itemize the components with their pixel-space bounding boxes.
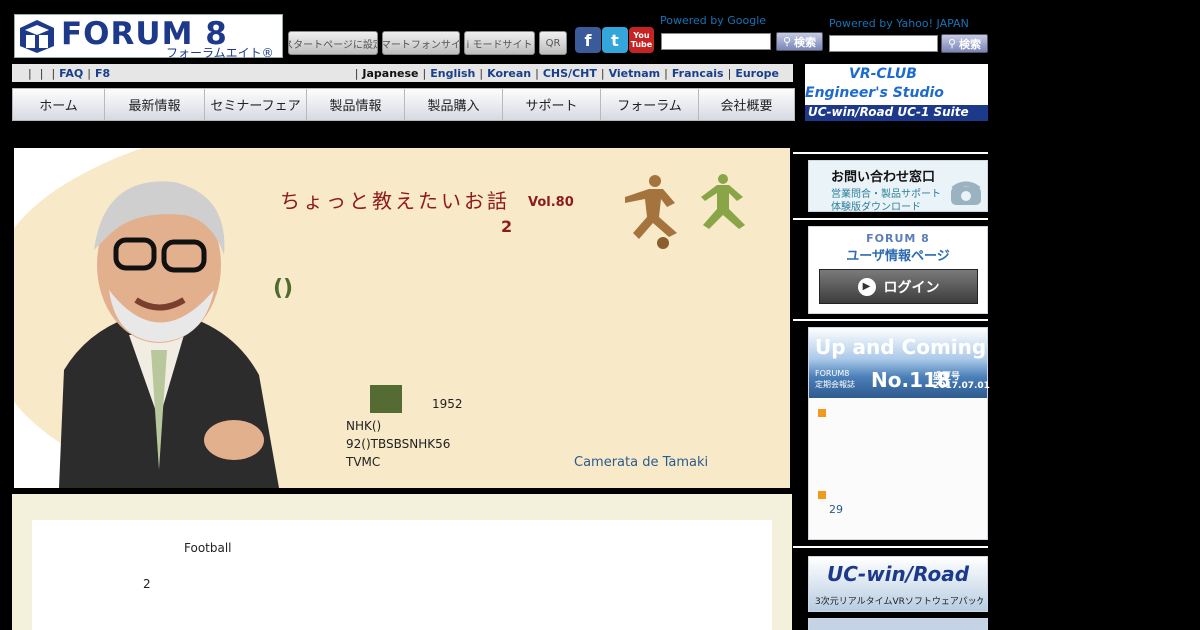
lang-japanese[interactable]: Japanese — [362, 67, 418, 80]
divider — [793, 546, 988, 548]
author-bio-line3: TVMC — [346, 455, 381, 469]
article-title: ちょっと教えたいお話 — [280, 189, 510, 213]
divider — [793, 218, 988, 220]
article-subtitle: 2 — [501, 217, 513, 236]
uac-forum8: FORUM8 — [815, 369, 850, 378]
ucwin-title: UC-win/Road — [826, 562, 970, 586]
lang-francais[interactable]: Francais — [672, 67, 724, 80]
nav-seminar[interactable]: セミナーフェア — [205, 89, 307, 120]
uac-count[interactable]: 29 — [829, 503, 843, 516]
engineers-studio-label: Engineer's Studio — [805, 85, 944, 101]
ucwin-subtitle: 3次元リアルタイムVRソフトウェアパッケージ — [815, 597, 983, 607]
contact-sub2: 体験版ダウンロード — [831, 202, 921, 213]
play-icon: ▶ — [857, 277, 876, 296]
author-bio-line1: NHK() — [346, 419, 382, 433]
google-search-button[interactable]: ⚲ 検索 — [776, 32, 823, 51]
lang-korean[interactable]: Korean — [487, 67, 531, 80]
yahoo-label: Powered by Yahoo! JAPAN — [829, 17, 969, 30]
soccer-players-icon — [625, 174, 745, 249]
uac-title: Up and Coming — [815, 335, 987, 359]
uac-magazine: 定期会報誌 — [815, 380, 855, 389]
up-and-coming-banner[interactable]: Up and Coming FORUM8 定期会報誌 No.118 盛夏号 20… — [808, 327, 990, 540]
forum8-logo[interactable]: FORUM 8 フォーラムエイト® — [14, 14, 283, 60]
yahoo-search-button[interactable]: ⚲ 検索 — [941, 34, 988, 53]
logo-subtext: フォーラムエイト® — [166, 46, 274, 60]
lang-chinese[interactable]: CHS/CHT — [543, 67, 597, 80]
user-logo: FORUM 8 — [866, 232, 930, 245]
qr-button[interactable]: QR — [539, 31, 567, 55]
portrait-image — [59, 181, 279, 488]
contact-title: お問い合わせ窓口 — [831, 170, 936, 185]
main-nav: ホーム 最新情報 セミナーフェア 製品情報 製品購入 サポート フォーラム 会社… — [12, 88, 795, 121]
f8-link[interactable]: F8 — [95, 67, 110, 80]
body-number: 2 — [143, 577, 151, 591]
nav-support[interactable]: サポート — [503, 89, 601, 120]
bullet-icon — [818, 491, 826, 499]
search-icon: ⚲ — [782, 35, 792, 48]
article-volume: Vol.80 — [528, 195, 574, 210]
nav-home[interactable]: ホーム — [13, 89, 105, 120]
smartphone-site-button[interactable]: スマートフォンサイト — [382, 31, 460, 55]
nav-forum[interactable]: フォーラム — [601, 89, 699, 120]
nav-purchase[interactable]: 製品購入 — [405, 89, 503, 120]
hero-banner: ちょっと教えたいお話 Vol.80 2 () 1952 NHK() 92()TB… — [14, 148, 790, 488]
ucwin-suite-label: UC-win/Road UC-1 Suite — [805, 105, 988, 121]
language-bar: | | | FAQ | F8 | Japanese | English | Kore… — [12, 64, 793, 82]
divider — [793, 152, 988, 154]
set-startpage-button[interactable]: スタートページに設定 — [288, 31, 378, 55]
ucwin-road-banner[interactable]: UC-win/Road 3次元リアルタイムVRソフトウェアパッケージ — [808, 556, 988, 612]
article-body: Football 2 — [32, 520, 772, 630]
contact-banner[interactable]: お問い合わせ窓口 営業問合・製品サポート 体験版ダウンロード — [808, 160, 988, 213]
nav-products[interactable]: 製品情報 — [307, 89, 405, 120]
yahoo-search-input[interactable] — [829, 35, 938, 52]
author-color-block — [370, 385, 402, 413]
camerata-link[interactable]: Camerata de Tamaki — [574, 455, 708, 470]
facebook-icon[interactable]: f — [575, 27, 601, 53]
lang-english[interactable]: English — [430, 67, 475, 80]
nav-company[interactable]: 会社概要 — [699, 89, 794, 120]
vr-club-label: VR-CLUB — [849, 66, 917, 82]
google-label: Powered by Google — [660, 14, 767, 27]
user-page-title: ユーザ情報ページ — [846, 249, 950, 264]
lang-europe[interactable]: Europe — [735, 67, 779, 80]
forum8-cube-icon — [20, 20, 54, 53]
faq-link[interactable]: FAQ — [59, 67, 83, 80]
search-label: 検索 — [959, 37, 982, 51]
lang-vietnam[interactable]: Vietnam — [609, 67, 661, 80]
twitter-icon[interactable]: t — [602, 27, 628, 53]
phone-icon — [951, 181, 981, 205]
divider — [793, 319, 988, 321]
author-year: 1952 — [432, 397, 463, 411]
football-text: Football — [184, 541, 232, 555]
user-page-banner: FORUM 8 ユーザ情報ページ ▶ ログイン — [808, 226, 988, 314]
bullet-icon — [818, 409, 826, 417]
nav-news[interactable]: 最新情報 — [105, 89, 205, 120]
uac-date: 2017.07.01 — [933, 381, 990, 391]
imode-site-button[interactable]: i モードサイト — [464, 31, 535, 55]
search-label: 検索 — [794, 35, 817, 49]
login-label: ログイン — [883, 279, 940, 296]
youtube-icon[interactable]: You Tube — [629, 27, 654, 53]
page: FORUM 8 フォーラムエイト® スタートページに設定 スマートフォンサイト … — [0, 0, 1200, 630]
vr-club-banner[interactable]: VR-CLUB Engineer's Studio UC-win/Road UC… — [805, 64, 988, 121]
login-button[interactable]: ▶ ログイン — [819, 269, 978, 304]
author-name: () — [273, 276, 294, 301]
article-content: Football 2 — [12, 494, 792, 630]
next-banner[interactable] — [808, 618, 988, 630]
author-bio-line2: 92()TBSBSNHK56 — [346, 437, 451, 451]
google-search-input[interactable] — [661, 33, 771, 50]
search-icon: ⚲ — [947, 37, 957, 50]
